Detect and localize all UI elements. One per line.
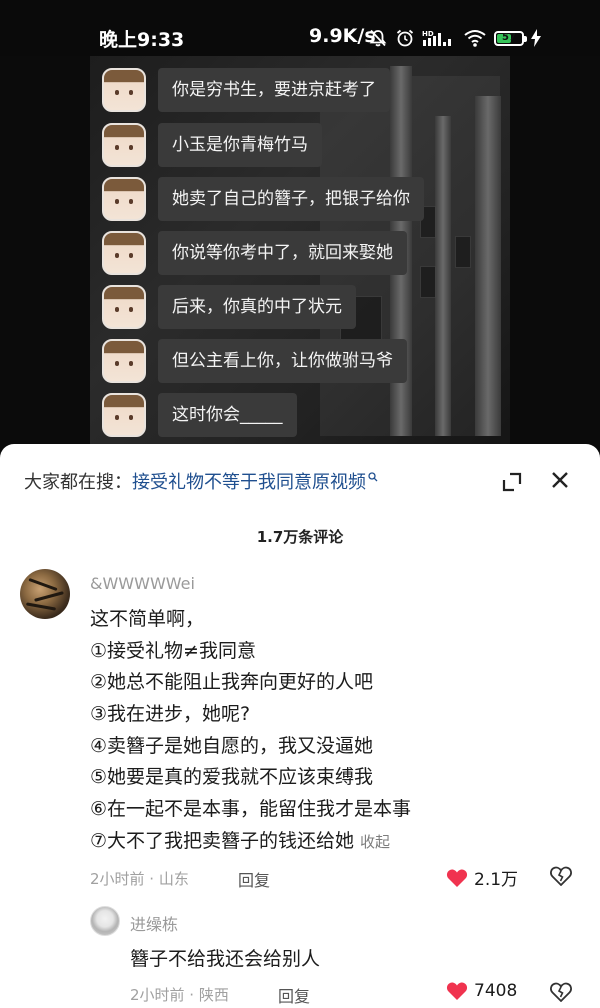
comment-count: 1.7万条评论 xyxy=(256,528,344,546)
close-button[interactable] xyxy=(548,468,572,492)
building-window xyxy=(455,236,471,268)
collapse-link[interactable]: 收起 xyxy=(360,833,390,851)
comment-panel: 大家都在搜： 接受礼物不等于我同意原视频 1.7万条评论 &WWWWWei 这不… xyxy=(0,444,600,1008)
comment-line: ③我在进步，她呢? xyxy=(90,703,251,726)
chat-avatar xyxy=(102,68,146,112)
svg-text:HD: HD xyxy=(422,30,434,38)
chat-avatar xyxy=(102,393,146,437)
dislike-button[interactable] xyxy=(550,982,572,1006)
reply-button[interactable]: 回复 xyxy=(278,983,310,1007)
comment-line-last: ⑦大不了我把卖簪子的钱还给她 收起 xyxy=(90,826,411,858)
status-bar: 晚上9:33 9.9K/s HD 57 xyxy=(0,0,600,56)
comment-line: ⑥在一起不是本事，能留住我才是本事 xyxy=(90,798,412,821)
battery-icon: 57 xyxy=(494,30,527,46)
like-button[interactable]: 2.1万 xyxy=(446,865,518,890)
avatar[interactable] xyxy=(20,569,70,619)
hd-icon: HD xyxy=(422,28,456,48)
building-column xyxy=(435,116,451,436)
expand-button[interactable] xyxy=(500,470,524,494)
mute-icon xyxy=(368,28,388,48)
chat-avatar xyxy=(102,231,146,275)
search-icon xyxy=(368,466,378,487)
reply-button[interactable]: 回复 xyxy=(238,867,270,891)
chat-row: 后来，你真的中了状元 xyxy=(102,285,356,329)
chat-bubble: 你说等你考中了，就回来娶她 xyxy=(158,231,407,275)
chat-bubble: 她卖了自己的簪子，把银子给你 xyxy=(158,177,424,221)
like-count: 7408 xyxy=(474,981,518,1001)
status-time: 晚上9:33 xyxy=(99,29,185,51)
building-window xyxy=(420,266,436,298)
video-player[interactable]: 你是穷书生，要进京赶考了 小玉是你青梅竹马 她卖了自己的簪子，把银子给你 你说等… xyxy=(90,56,510,448)
chat-avatar xyxy=(102,123,146,167)
expand-icon xyxy=(502,472,522,492)
comment-body: 这不简单啊， ①接受礼物≠我同意 ②她总不能阻止我奔向更好的人吧 ③我在进步，她… xyxy=(90,604,411,858)
chat-row: 但公主看上你，让你做驸马爷 xyxy=(102,339,407,383)
comment-line: ④卖簪子是她自愿的，我又没逼她 xyxy=(90,734,374,757)
comment-meta: 2小时前 · 山东 xyxy=(90,870,189,888)
alarm-icon xyxy=(395,28,415,48)
chat-row: 这时你会_____ xyxy=(102,393,297,437)
chat-bubble: 小玉是你青梅竹马 xyxy=(158,123,322,167)
chat-avatar xyxy=(102,339,146,383)
comment-line: ⑤她要是真的爱我就不应该束缚我 xyxy=(90,766,374,789)
network-speed: 9.9K/s xyxy=(309,25,376,47)
chat-row: 你是穷书生，要进京赶考了 xyxy=(102,68,390,112)
heart-icon xyxy=(446,869,468,887)
search-suggestion-link[interactable]: 接受礼物不等于我同意原视频 xyxy=(132,468,366,494)
like-button[interactable]: 7408 xyxy=(446,981,517,1001)
comment-line: ①接受礼物≠我同意 xyxy=(90,639,256,662)
search-suggestion: 大家都在搜： 接受礼物不等于我同意原视频 xyxy=(24,466,378,496)
comment-line: 这不简单啊， xyxy=(90,608,205,630)
close-icon xyxy=(552,472,568,488)
broken-heart-icon xyxy=(550,982,572,1003)
like-count: 2.1万 xyxy=(474,870,519,890)
comment-line: ②她总不能阻止我奔向更好的人吧 xyxy=(90,671,374,694)
broken-heart-icon xyxy=(550,866,572,887)
building-column xyxy=(475,96,501,436)
reply-meta: 2小时前 · 陕西 xyxy=(130,986,229,1004)
chat-row: 你说等你考中了，就回来娶她 xyxy=(102,231,407,275)
chat-row: 小玉是你青梅竹马 xyxy=(102,123,322,167)
reply-text: 簪子不给我还会给别人 xyxy=(130,948,321,970)
battery-level: 57 xyxy=(502,31,516,43)
heart-icon xyxy=(446,982,468,1000)
chat-avatar xyxy=(102,285,146,329)
search-prefix: 大家都在搜： xyxy=(24,472,132,493)
reply-avatar[interactable] xyxy=(90,906,120,936)
chat-bubble: 后来，你真的中了状元 xyxy=(158,285,356,329)
chat-row: 她卖了自己的簪子，把银子给你 xyxy=(102,177,424,221)
chat-bubble: 这时你会_____ xyxy=(158,393,297,437)
charging-icon xyxy=(531,29,541,47)
wifi-icon xyxy=(463,28,487,48)
chat-bubble: 但公主看上你，让你做驸马爷 xyxy=(158,339,407,383)
comment-line: ⑦大不了我把卖簪子的钱还给她 xyxy=(90,829,355,852)
status-icons: HD 57 xyxy=(368,25,541,51)
chat-avatar xyxy=(102,177,146,221)
reply-author[interactable]: 进缲栋 xyxy=(130,911,178,935)
comment-author[interactable]: &WWWWWei xyxy=(90,574,195,593)
chat-bubble: 你是穷书生，要进京赶考了 xyxy=(158,68,390,112)
dislike-button[interactable] xyxy=(550,866,572,890)
